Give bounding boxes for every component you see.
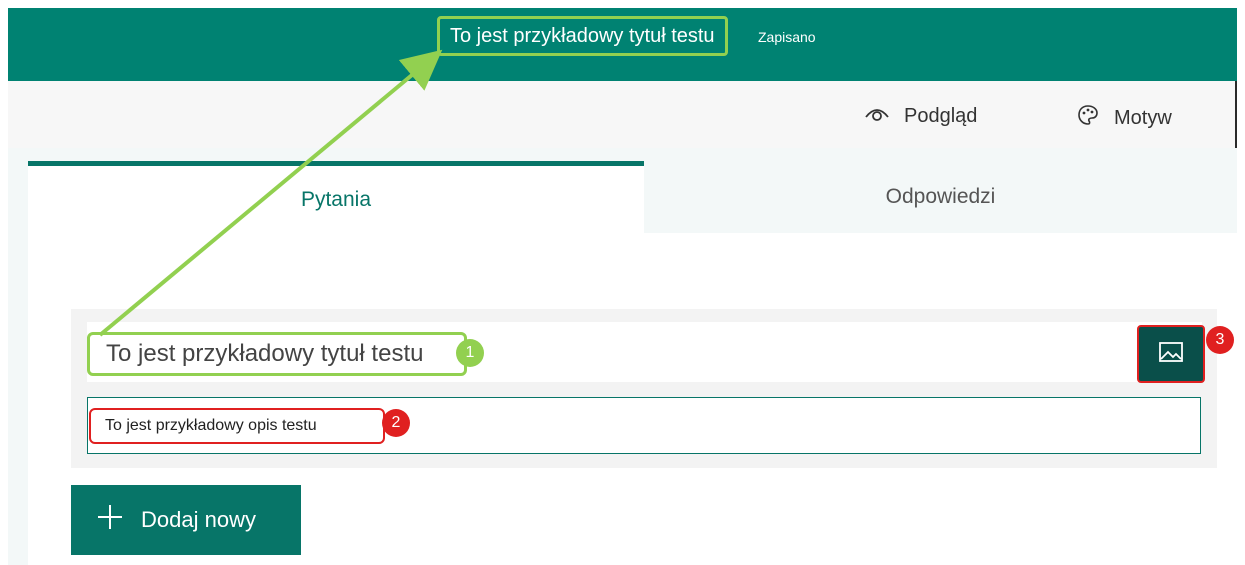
annotation-badge-3: 3	[1206, 326, 1234, 354]
palette-icon	[1076, 103, 1100, 133]
add-new-button[interactable]: Dodaj nowy	[71, 485, 301, 555]
tab-questions-label: Pytania	[300, 187, 372, 211]
theme-label: Motyw	[1114, 106, 1172, 129]
theme-button[interactable]: Motyw	[1076, 103, 1172, 133]
plus-icon	[97, 504, 123, 536]
preview-button[interactable]: Podgląd	[864, 103, 977, 129]
preview-label: Podgląd	[904, 104, 978, 127]
tab-questions[interactable]: Pytania	[28, 161, 644, 233]
image-icon	[1158, 341, 1184, 368]
tab-responses-label: Odpowiedzi	[885, 185, 996, 208]
form-title-input[interactable]: To jest przykładowy tytuł testu	[87, 332, 467, 376]
toolbar: Podgląd Motyw	[8, 81, 1237, 148]
annotation-badge-2: 2	[382, 409, 410, 437]
form-description-highlight: To jest przykładowy opis testu	[89, 408, 385, 444]
eye-icon	[864, 103, 890, 129]
toolbar-divider	[1235, 81, 1237, 148]
annotation-badge-1: 1	[456, 339, 484, 367]
add-new-label: Dodaj nowy	[141, 507, 256, 532]
header-form-title-text: To jest przykładowy tytuł testu	[450, 24, 715, 47]
tab-responses[interactable]: Odpowiedzi	[644, 161, 1237, 233]
save-status: Zapisano	[758, 29, 816, 45]
insert-image-button[interactable]	[1137, 325, 1205, 383]
header-form-title[interactable]: To jest przykładowy tytuł testu	[437, 16, 728, 56]
form-title-text: To jest przykładowy tytuł testu	[106, 340, 424, 367]
form-description-text: To jest przykładowy opis testu	[105, 417, 317, 434]
